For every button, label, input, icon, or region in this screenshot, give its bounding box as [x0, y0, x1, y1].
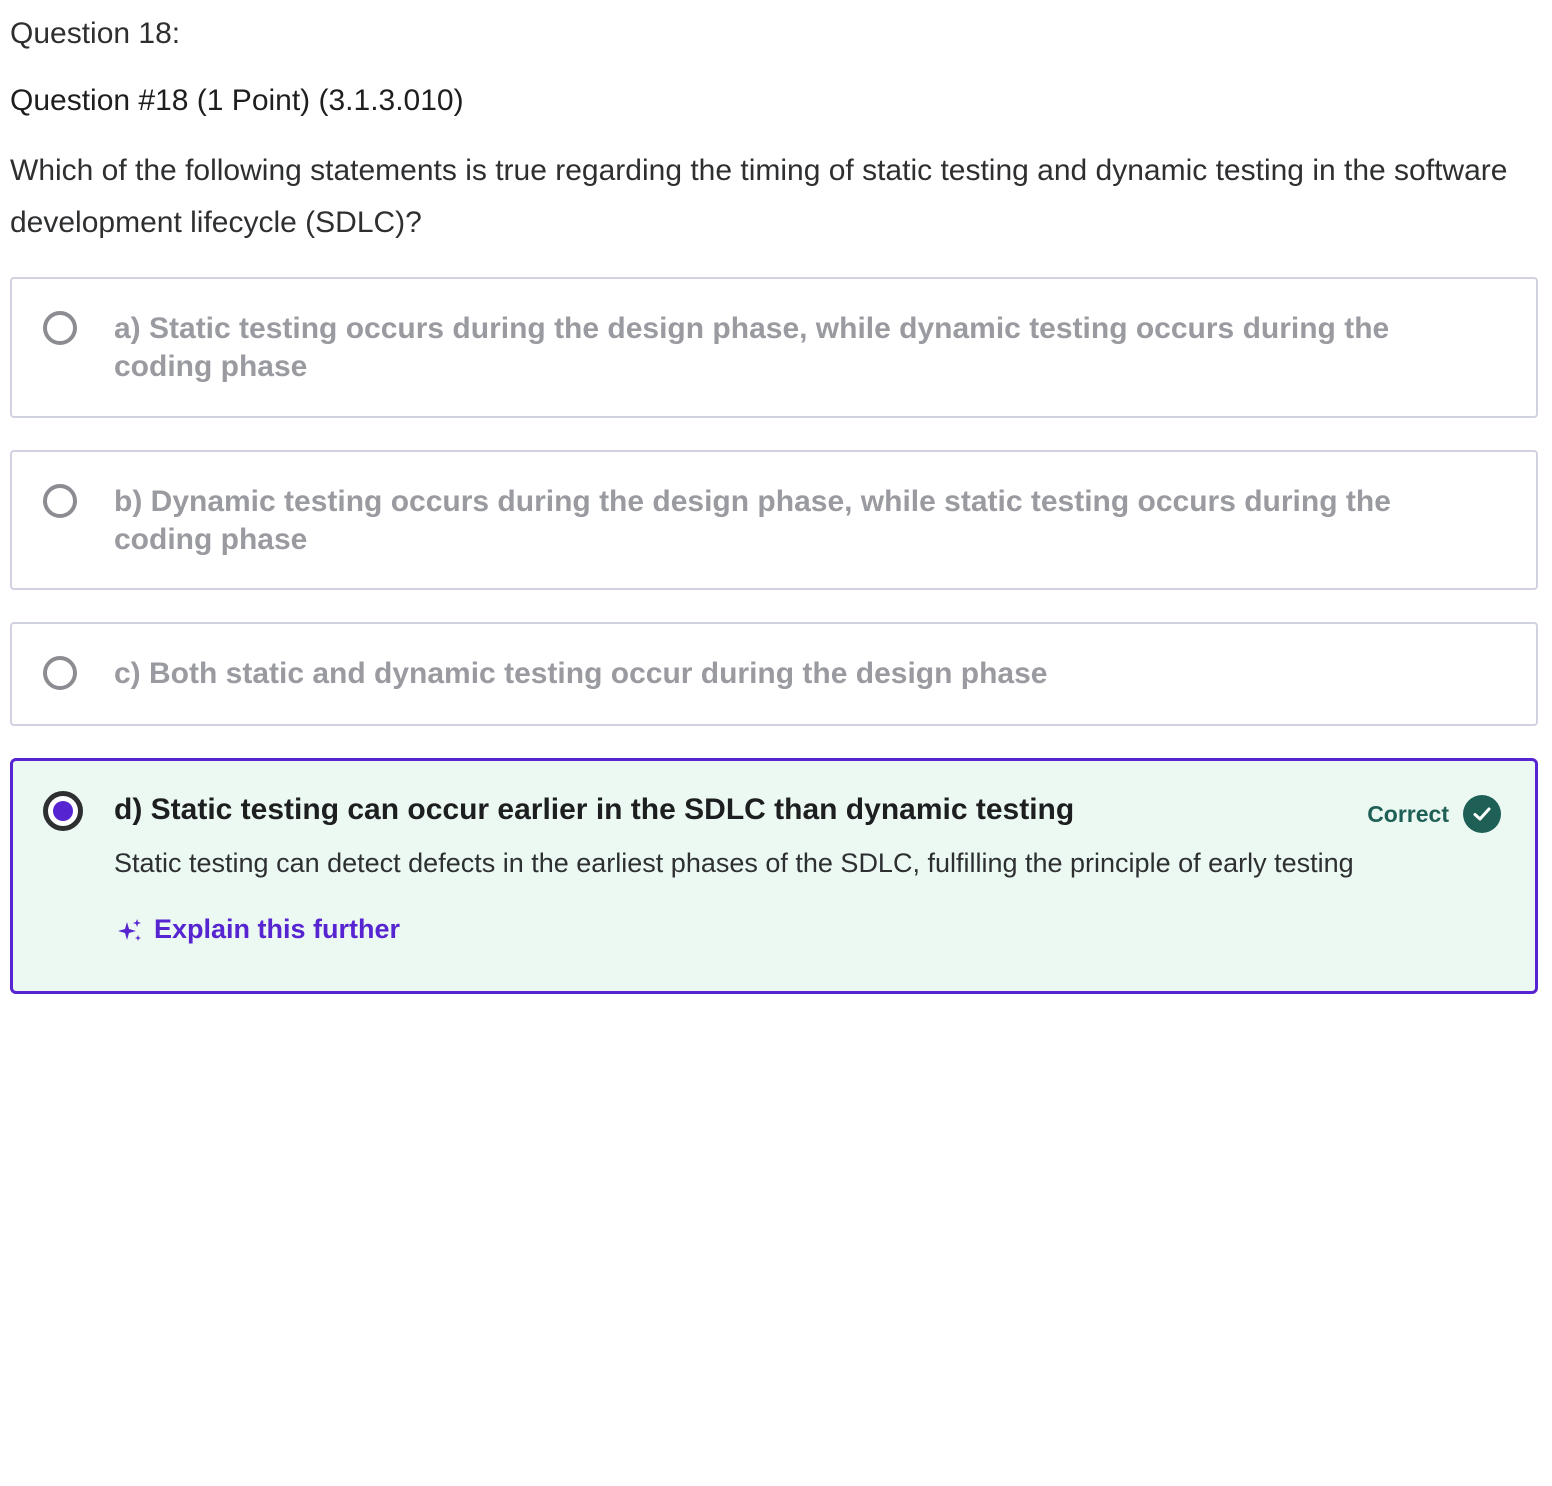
explain-further-label: Explain this further — [154, 914, 401, 944]
answer-text-a: a) Static testing occurs during the desi… — [114, 312, 1390, 383]
answer-text-d: d) Static testing can occur earlier in t… — [114, 793, 1075, 826]
radio-button-c[interactable] — [43, 656, 77, 690]
answer-option-c[interactable]: c) Both static and dynamic testing occur… — [10, 622, 1538, 726]
radio-selected-dot — [53, 801, 73, 821]
answer-text-c: c) Both static and dynamic testing occur… — [114, 657, 1048, 690]
question-title: Question #18 (1 Point) (3.1.3.010) — [10, 84, 464, 117]
radio-button-b[interactable] — [43, 484, 77, 518]
answer-option-a[interactable]: a) Static testing occurs during the desi… — [10, 277, 1538, 418]
answer-option-d[interactable]: d) Static testing can occur earlier in t… — [10, 758, 1538, 994]
check-circle-icon — [1463, 795, 1501, 833]
radio-button-d-selected[interactable] — [43, 791, 83, 831]
question-number: Question 18: — [10, 17, 181, 50]
question-prompt: Which of the following statements is tru… — [10, 154, 1508, 239]
answer-text-b: b) Dynamic testing occurs during the des… — [114, 485, 1391, 556]
explain-further-button[interactable]: Explain this further — [116, 914, 400, 945]
radio-button-a[interactable] — [43, 311, 77, 345]
correct-label: Correct — [1367, 800, 1449, 827]
answer-explanation: Static testing can detect defects in the… — [114, 848, 1354, 878]
answer-option-b[interactable]: b) Dynamic testing occurs during the des… — [10, 450, 1538, 590]
correct-indicator: Correct — [1367, 795, 1501, 833]
sparkle-icon — [118, 918, 141, 941]
